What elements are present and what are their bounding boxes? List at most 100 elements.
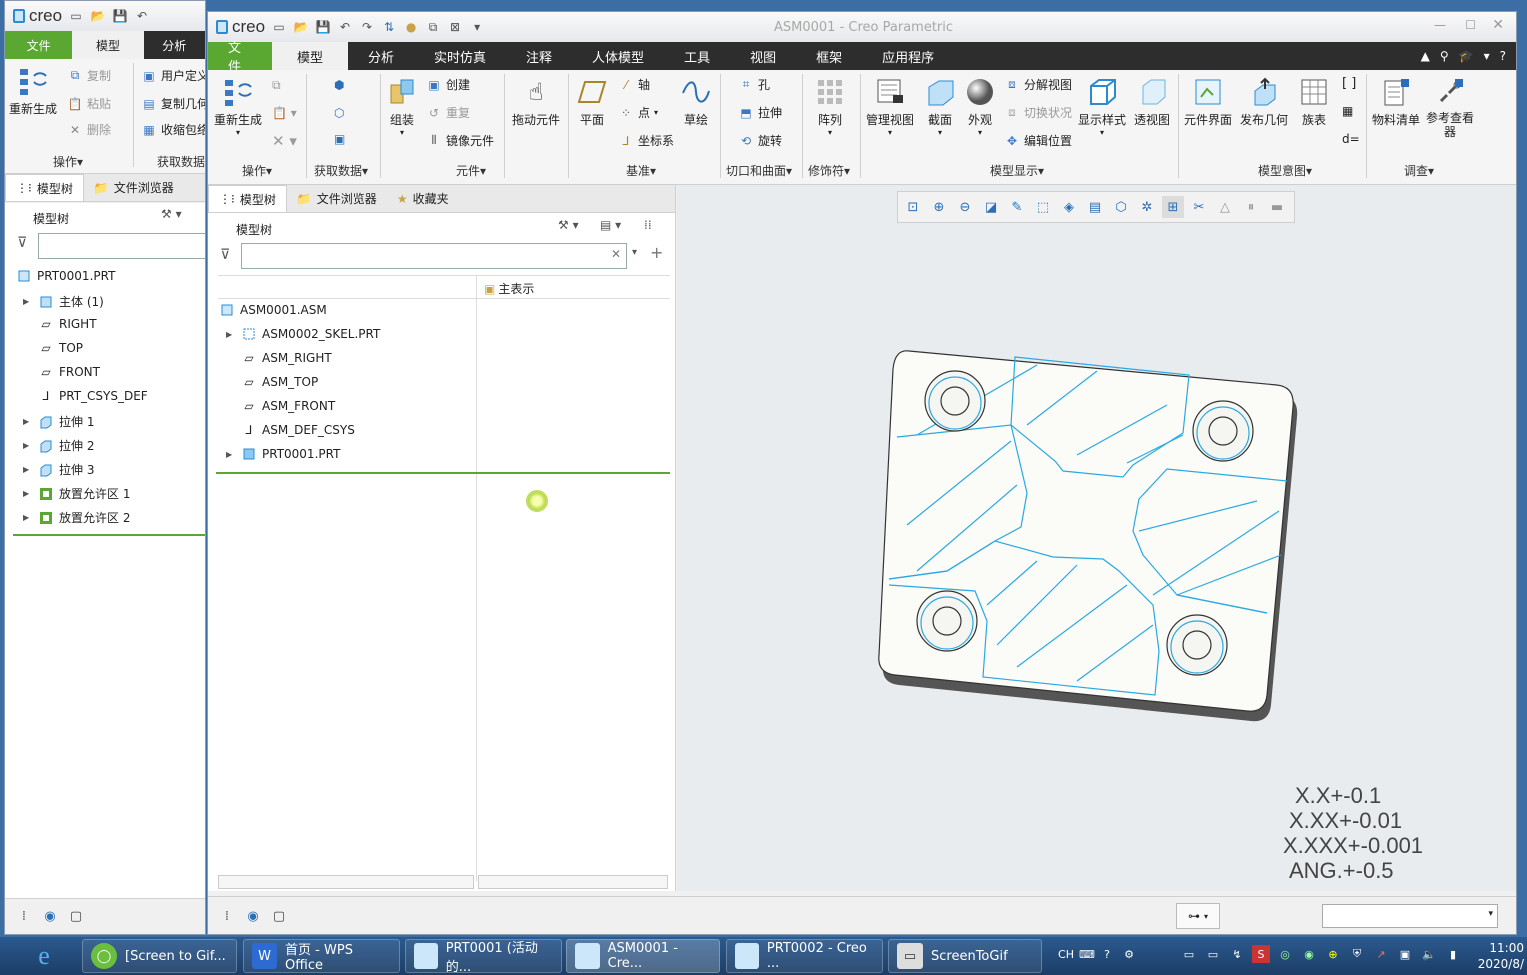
dropdown-icon[interactable]: ▾ xyxy=(1484,49,1490,63)
back-menu-file[interactable]: 文件 xyxy=(5,31,73,59)
menu-applications[interactable]: 应用程序 xyxy=(862,42,954,70)
taskbar-item[interactable]: PRT0002 - Creo ... xyxy=(726,939,883,973)
browser-toggle-icon[interactable]: ◉ xyxy=(39,905,61,927)
appearance-button[interactable]: 外观 ▾ xyxy=(964,76,996,137)
section-button[interactable]: 截面 ▾ xyxy=(924,76,956,137)
fullscreen-icon[interactable]: ▢ xyxy=(268,905,290,927)
appearance-small-icon[interactable]: ● xyxy=(403,19,419,35)
group-datum[interactable]: 基准▾ xyxy=(626,162,656,179)
selection-filter[interactable]: ▾ xyxy=(1322,904,1498,928)
taskbar-item[interactable]: W 首页 - WPS Office xyxy=(243,939,400,973)
expand-icon[interactable]: ▶ xyxy=(23,465,33,474)
revolve-button[interactable]: ⟲ 旋转 xyxy=(738,132,782,149)
group-model-display[interactable]: 模型显示▾ xyxy=(990,162,1044,179)
axis-button[interactable]: ⁄ 轴 xyxy=(618,76,650,93)
plane-button[interactable]: 平面 xyxy=(576,76,608,128)
undo-icon[interactable]: ↶ xyxy=(134,8,150,24)
manage-views-button[interactable]: 管理视图 ▾ xyxy=(866,76,914,137)
learning-icon[interactable]: 🎓 xyxy=(1459,49,1474,63)
signal-icon[interactable]: ▮ xyxy=(1444,945,1462,963)
tab-model-tree[interactable]: ⋮⁝ 模型树 xyxy=(208,185,287,212)
back-group-ops[interactable]: 操作▾ xyxy=(53,153,83,170)
menu-manikin[interactable]: 人体模型 xyxy=(572,42,664,70)
dimension-icon[interactable]: d= xyxy=(1342,132,1360,146)
tree-item[interactable]: ASM0001.ASM xyxy=(220,303,327,317)
point-button[interactable]: ⁘ 点 ▾ xyxy=(618,104,658,121)
column-divider[interactable] xyxy=(476,275,477,881)
back-copy-button[interactable]: ⧉ 复制 xyxy=(67,67,111,84)
taskbar-item[interactable]: ◯ [Screen to Gif... xyxy=(82,939,237,973)
wechat-icon[interactable]: ◎ xyxy=(1276,945,1294,963)
back-delete-button[interactable]: ✕ 删除 xyxy=(67,121,111,138)
tray-app-icon[interactable]: ↯ xyxy=(1228,945,1246,963)
mirror-button[interactable]: ⫴ 镜像元件 xyxy=(426,132,494,149)
insert-marker[interactable] xyxy=(216,472,670,474)
back-menu-analysis[interactable]: 分析 xyxy=(144,31,205,59)
language-indicator[interactable]: CH xyxy=(1054,945,1078,963)
tab-file-browser[interactable]: 📁 文件浏览器 xyxy=(287,185,387,212)
family-table-button[interactable]: 族表 xyxy=(1298,76,1330,128)
pattern-button[interactable]: 阵列 ▾ xyxy=(814,76,846,137)
add-column-icon[interactable]: + xyxy=(650,243,663,262)
back-copygeom-button[interactable]: ▤ 复制几何 xyxy=(141,95,205,112)
search-help-icon[interactable]: ⚲ xyxy=(1440,49,1449,63)
view-manager-icon[interactable]: ▤ xyxy=(1084,196,1106,218)
toggle-state-button[interactable]: ⧈ 切换状况 xyxy=(1004,104,1072,121)
tray-app-icon[interactable]: ▭ xyxy=(1180,945,1198,963)
regen-button[interactable]: 重新生成 ▾ xyxy=(214,76,262,137)
create-button[interactable]: ▣ 创建 xyxy=(426,76,470,93)
spin-center-icon[interactable]: ✂ xyxy=(1188,196,1210,218)
tray-app-icon[interactable]: S xyxy=(1252,945,1270,963)
tree-item[interactable]: ▶ 放置允许区 2 xyxy=(23,509,130,526)
shield-icon[interactable]: ⛨ xyxy=(1348,945,1366,963)
collapse-ribbon-icon[interactable]: ▲ xyxy=(1421,49,1430,63)
insert-marker[interactable] xyxy=(13,534,205,536)
back-regen-button[interactable]: 重新生成 xyxy=(9,65,57,117)
menu-simulation[interactable]: 实时仿真 xyxy=(414,42,506,70)
zoom-out-icon[interactable]: ⊖ xyxy=(954,196,976,218)
expand-icon[interactable]: ▶ xyxy=(226,330,236,339)
customize-icon[interactable]: ▾ xyxy=(469,19,485,35)
expand-icon[interactable]: ▶ xyxy=(226,450,236,459)
group-get-data[interactable]: 获取数据▾ xyxy=(314,162,368,179)
menu-file[interactable]: 文件 xyxy=(208,41,272,75)
tree-item[interactable]: PRT0001.PRT xyxy=(17,269,115,283)
csys-button[interactable]: ⅃ 坐标系 xyxy=(618,132,674,149)
help-icon[interactable]: ? xyxy=(1500,49,1506,63)
group-operations[interactable]: 操作▾ xyxy=(242,162,272,179)
repeat-button[interactable]: ↺ 重复 xyxy=(426,104,470,121)
extrude-button[interactable]: ⬒ 拉伸 xyxy=(738,104,782,121)
menu-framework[interactable]: 框架 xyxy=(796,42,862,70)
group-component[interactable]: 元件▾ xyxy=(456,162,486,179)
saved-views-icon[interactable]: ◈ xyxy=(1058,196,1080,218)
column-header-master-rep[interactable]: ▣ 主表示 xyxy=(484,280,534,297)
expand-icon[interactable]: ▶ xyxy=(23,489,33,498)
assemble-button[interactable]: 组装 ▾ xyxy=(386,76,418,137)
undo-icon[interactable]: ↶ xyxy=(337,19,353,35)
back-tab-model-tree[interactable]: ⋮⁝ 模型树 xyxy=(5,174,84,201)
display-style-button[interactable]: 显示样式 ▾ xyxy=(1078,76,1126,137)
refit-icon[interactable]: ⊡ xyxy=(902,196,924,218)
fullscreen-icon[interactable]: ▢ xyxy=(65,905,87,927)
redo-icon[interactable]: ↷ xyxy=(359,19,375,35)
menu-annotate[interactable]: 注释 xyxy=(506,42,572,70)
help-icon[interactable]: ? xyxy=(1098,945,1116,963)
tree-item[interactable]: ⅃ PRT_CSYS_DEF xyxy=(39,389,148,403)
group-investigate[interactable]: 调查▾ xyxy=(1404,162,1434,179)
horizontal-scrollbar-left[interactable] xyxy=(218,875,474,889)
get-data-icon-3[interactable]: ▣ xyxy=(334,132,345,146)
open-icon[interactable]: 📂 xyxy=(90,8,106,24)
back-userdef-button[interactable]: ▣ 用户定义 xyxy=(141,67,205,84)
clear-search-icon[interactable]: ✕ xyxy=(611,247,621,261)
annotation-display-icon[interactable]: ⊞ xyxy=(1162,196,1184,218)
perspective-view-icon[interactable]: ⬡ xyxy=(1110,196,1132,218)
tray-app-icon[interactable]: ◉ xyxy=(1300,945,1318,963)
maximize-icon[interactable]: ☐ xyxy=(1465,18,1476,32)
repaint-icon[interactable]: ◪ xyxy=(980,196,1002,218)
back-search-input[interactable] xyxy=(38,233,205,259)
menu-tools[interactable]: 工具 xyxy=(664,42,730,70)
group-cut-surface[interactable]: 切口和曲面▾ xyxy=(726,162,792,179)
window-icon[interactable]: ⧉ xyxy=(425,19,441,35)
back-menu-model[interactable]: 模型 xyxy=(72,31,144,59)
model-plate[interactable] xyxy=(877,345,1317,725)
